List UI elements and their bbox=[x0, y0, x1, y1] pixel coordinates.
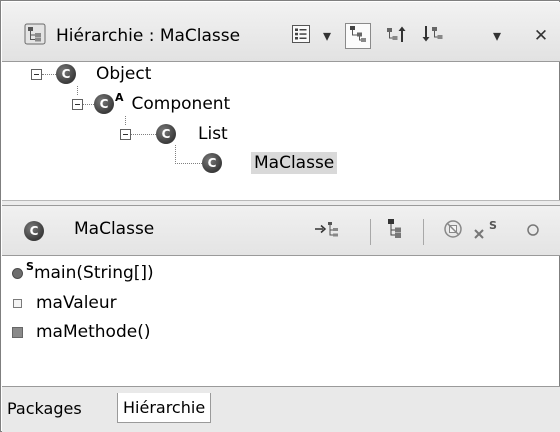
tree-connector bbox=[175, 163, 204, 164]
list-item[interactable]: maValeur bbox=[12, 290, 117, 316]
member-label: maMethode() bbox=[36, 322, 151, 342]
static-badge: S bbox=[489, 219, 497, 232]
method-icon bbox=[12, 326, 23, 338]
hide-non-public-button[interactable] bbox=[523, 218, 543, 244]
class-icon: C bbox=[156, 124, 176, 144]
dropdown-arrow-icon: ▾ bbox=[322, 26, 332, 45]
tree-node-label: MaClasse bbox=[251, 152, 338, 174]
class-icon: C bbox=[202, 153, 222, 173]
history-dropdown-button[interactable]: ▾ bbox=[316, 23, 338, 49]
tree-node-label: List bbox=[198, 124, 228, 144]
inherited-members-icon bbox=[385, 218, 405, 244]
static-method-icon bbox=[12, 267, 23, 279]
class-icon: C bbox=[56, 64, 76, 84]
hide-fields-button[interactable] bbox=[440, 218, 466, 244]
subtype-hierarchy-icon bbox=[422, 23, 444, 49]
hierarchy-tree[interactable]: C Object C A Component C List C MaClasse bbox=[2, 62, 560, 200]
show-supertype-hierarchy-button[interactable] bbox=[383, 23, 409, 49]
member-label: maValeur bbox=[36, 293, 117, 313]
type-hierarchy-icon bbox=[348, 24, 368, 48]
class-icon: C bbox=[24, 221, 44, 241]
supertype-hierarchy-icon bbox=[385, 23, 407, 49]
field-icon bbox=[13, 298, 22, 308]
public-members-icon bbox=[526, 222, 540, 241]
tree-node-label: Object bbox=[96, 64, 152, 84]
view-tab[interactable]: Hiérarchie : MaClasse bbox=[24, 23, 241, 49]
view-toolbar: Hiérarchie : MaClasse ▾ ▾ ✕ bbox=[2, 2, 560, 62]
view-menu-button[interactable]: ▾ bbox=[486, 23, 508, 49]
hide-static-members-button[interactable]: S bbox=[472, 218, 498, 244]
static-badge: S bbox=[26, 259, 34, 273]
tab-packages[interactable]: Packages bbox=[2, 393, 87, 423]
lock-view-button[interactable] bbox=[314, 218, 340, 244]
collapse-toggle-icon[interactable] bbox=[120, 128, 131, 140]
collapse-toggle-icon[interactable] bbox=[31, 68, 42, 80]
toolbar-separator bbox=[423, 219, 424, 245]
view-menu-icon: ▾ bbox=[492, 26, 502, 45]
toolbar-separator bbox=[370, 219, 371, 245]
history-button[interactable] bbox=[288, 23, 314, 49]
member-label: main(String[]) bbox=[33, 263, 154, 283]
show-inherited-members-button[interactable] bbox=[382, 218, 408, 244]
tree-node-component[interactable]: C A Component bbox=[72, 90, 231, 115]
tree-node-label: Component bbox=[131, 94, 231, 114]
view-tabs: Packages Hiérarchie bbox=[2, 386, 560, 432]
close-icon: ✕ bbox=[533, 25, 549, 46]
type-hierarchy-panel: Hiérarchie : MaClasse ▾ ▾ ✕ C Object C A… bbox=[0, 0, 560, 432]
members-list[interactable]: S main(String[]) maValeur maMethode() bbox=[2, 256, 560, 386]
tab-label: Packages bbox=[7, 398, 82, 418]
hide-fields-icon bbox=[442, 218, 464, 244]
hierarchy-view-icon bbox=[24, 23, 46, 49]
close-view-button[interactable]: ✕ bbox=[530, 23, 552, 49]
tree-node-object[interactable]: C Object bbox=[31, 63, 151, 85]
history-icon bbox=[291, 24, 311, 48]
members-toolbar: C MaClasse S bbox=[2, 206, 560, 256]
tree-connector bbox=[175, 145, 176, 164]
tree-node-list[interactable]: C List bbox=[120, 123, 228, 145]
hide-static-members-icon: S bbox=[473, 219, 497, 240]
lock-view-icon bbox=[314, 219, 340, 243]
collapse-toggle-icon[interactable] bbox=[72, 98, 83, 110]
members-class-name: MaClasse bbox=[74, 219, 155, 239]
tab-label: Hiérarchie bbox=[123, 398, 206, 417]
list-item[interactable]: S main(String[]) bbox=[12, 260, 154, 286]
class-icon: C bbox=[94, 94, 114, 114]
view-title: Hiérarchie : MaClasse bbox=[56, 26, 241, 46]
list-item[interactable]: maMethode() bbox=[12, 319, 150, 345]
show-type-hierarchy-button[interactable] bbox=[345, 23, 371, 49]
tab-hierarchie[interactable]: Hiérarchie bbox=[117, 393, 212, 423]
abstract-badge: A bbox=[115, 90, 124, 104]
show-subtype-hierarchy-button[interactable] bbox=[420, 23, 446, 49]
tree-node-maclasse[interactable]: C MaClasse bbox=[202, 152, 338, 174]
